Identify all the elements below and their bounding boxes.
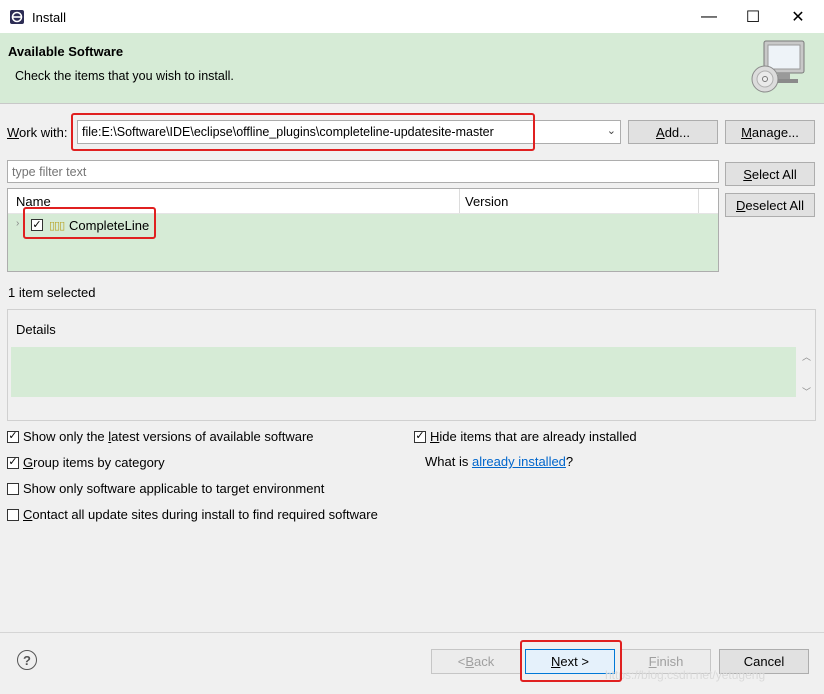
option-show-latest[interactable]: ✓ Show only the latest versions of avail… — [7, 429, 314, 444]
work-with-value: file:E:\Software\IDE\eclipse\offline_plu… — [82, 125, 494, 139]
checkmark-icon: ✓ — [8, 456, 18, 468]
help-icon[interactable]: ? — [17, 650, 37, 670]
watermark: https://blog.csdn.net/yetugeng — [605, 668, 766, 682]
filter-input[interactable] — [7, 160, 719, 183]
checkmark-icon: ✓ — [8, 430, 18, 442]
software-table[interactable]: Name Version › ✓ ▯▯▯ CompleteLine — [7, 188, 719, 272]
option-label: Show only the latest versions of availab… — [23, 429, 314, 444]
page-title: Available Software — [8, 44, 124, 59]
window-title: Install — [32, 10, 66, 25]
option-label: Group items by category — [23, 455, 165, 470]
column-header-name[interactable]: Name — [16, 194, 51, 209]
select-all-button[interactable]: Select All — [725, 162, 815, 186]
details-text-area[interactable] — [11, 347, 796, 397]
show-applicable-checkbox[interactable] — [7, 482, 19, 495]
column-header-version[interactable]: Version — [465, 194, 508, 209]
maximize-button[interactable]: ☐ — [730, 0, 776, 33]
next-button[interactable]: Next > — [525, 649, 615, 674]
manage-sites-button[interactable]: Manage... — [725, 120, 815, 144]
details-group: Details ︿ ﹀ — [7, 309, 816, 421]
page-description: Check the items that you wish to install… — [15, 69, 234, 83]
install-cd-monitor-icon — [751, 40, 805, 93]
scroll-down-icon[interactable]: ﹀ — [802, 385, 811, 398]
option-hide-installed[interactable]: ✓ Hide items that are already installed — [414, 429, 637, 444]
column-divider[interactable] — [459, 189, 460, 213]
expand-arrow-icon[interactable]: › — [16, 218, 19, 229]
selection-status: 1 item selected — [8, 285, 96, 300]
already-installed-line: What is already installed? — [425, 454, 574, 469]
scroll-up-icon[interactable]: ︿ — [802, 350, 811, 363]
hide-installed-checkbox[interactable]: ✓ — [414, 430, 426, 443]
group-checkbox[interactable]: ✓ — [7, 456, 19, 469]
header-banner: Available Software Check the items that … — [0, 33, 824, 104]
table-row[interactable]: › ✓ ▯▯▯ CompleteLine — [8, 214, 718, 271]
close-icon: ✕ — [791, 8, 805, 26]
option-group-by-category[interactable]: ✓ Group items by category — [7, 455, 165, 470]
chevron-down-icon[interactable]: ⌄ — [607, 124, 616, 137]
back-button[interactable]: < Back — [431, 649, 521, 674]
deselect-all-button[interactable]: Deselect All — [725, 193, 815, 217]
bottom-divider — [0, 632, 824, 633]
option-contact-sites[interactable]: Contact all update sites during install … — [7, 507, 378, 522]
completeline-checkbox[interactable]: ✓ — [31, 219, 43, 231]
show-latest-checkbox[interactable]: ✓ — [7, 430, 19, 443]
work-with-label: Work with: — [7, 125, 68, 140]
maximize-icon: ☐ — [745, 8, 761, 26]
minimize-icon: — — [701, 7, 717, 25]
title-bar: Install — ☐ ✕ — [0, 0, 824, 33]
minimize-button[interactable]: — — [686, 0, 732, 33]
close-button[interactable]: ✕ — [775, 0, 821, 33]
option-label: Contact all update sites during install … — [23, 507, 378, 522]
checkmark-icon: ✓ — [415, 430, 425, 442]
work-with-combo[interactable]: file:E:\Software\IDE\eclipse\offline_plu… — [77, 120, 621, 144]
option-show-applicable[interactable]: Show only software applicable to target … — [7, 481, 324, 496]
eclipse-app-icon — [10, 10, 24, 24]
add-site-button[interactable]: Add... — [628, 120, 718, 144]
option-label: Hide items that are already installed — [430, 429, 637, 444]
details-label: Details — [16, 322, 56, 337]
category-icon: ▯▯▯ — [49, 220, 65, 232]
column-divider[interactable] — [698, 189, 699, 213]
option-label: Show only software applicable to target … — [23, 481, 325, 496]
already-installed-link[interactable]: already installed — [472, 454, 566, 469]
row-name: CompleteLine — [69, 218, 150, 233]
contact-sites-checkbox[interactable] — [7, 508, 19, 521]
checkmark-icon: ✓ — [32, 218, 42, 231]
